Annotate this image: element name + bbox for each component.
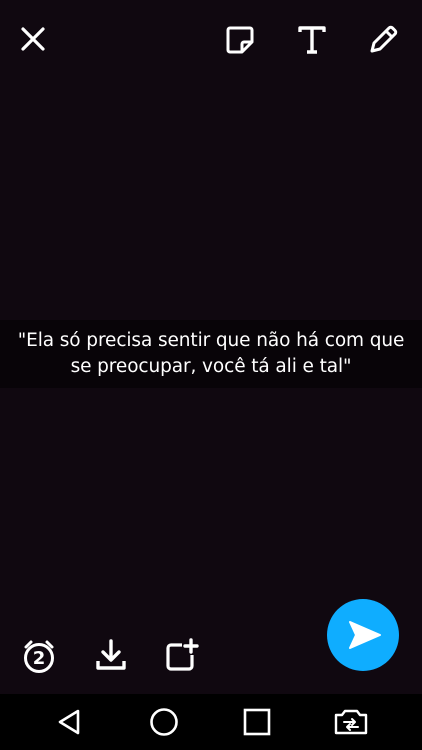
text-icon	[298, 26, 326, 54]
caption-bar[interactable]: "Ela só precisa sentir que não há com qu…	[0, 320, 422, 388]
text-button[interactable]	[292, 20, 332, 60]
save-button[interactable]	[93, 636, 129, 674]
download-icon	[96, 639, 126, 670]
nav-back-button[interactable]	[52, 704, 88, 740]
send-button[interactable]	[327, 599, 399, 671]
add-to-story-button[interactable]	[164, 636, 200, 674]
sticker-icon	[226, 26, 254, 54]
recents-square-icon	[243, 708, 271, 736]
back-triangle-icon	[58, 709, 80, 735]
close-icon	[21, 27, 45, 51]
camera-switch-button[interactable]	[331, 704, 371, 740]
draw-button[interactable]	[363, 20, 403, 60]
timer-value: 2	[32, 647, 46, 669]
send-arrow-icon	[349, 621, 381, 649]
top-toolbar	[0, 0, 422, 80]
close-button[interactable]	[14, 20, 52, 58]
timer-button[interactable]: 2	[21, 637, 57, 675]
caption-text: "Ela só precisa sentir que não há com qu…	[17, 330, 405, 377]
add-story-icon	[166, 638, 199, 671]
nav-home-button[interactable]	[146, 704, 182, 740]
android-nav-bar	[0, 694, 422, 750]
pencil-icon	[370, 25, 398, 53]
home-circle-icon	[150, 708, 178, 736]
camera-switch-icon	[334, 709, 368, 735]
nav-recents-button[interactable]	[239, 704, 275, 740]
sticker-button[interactable]	[220, 20, 260, 60]
